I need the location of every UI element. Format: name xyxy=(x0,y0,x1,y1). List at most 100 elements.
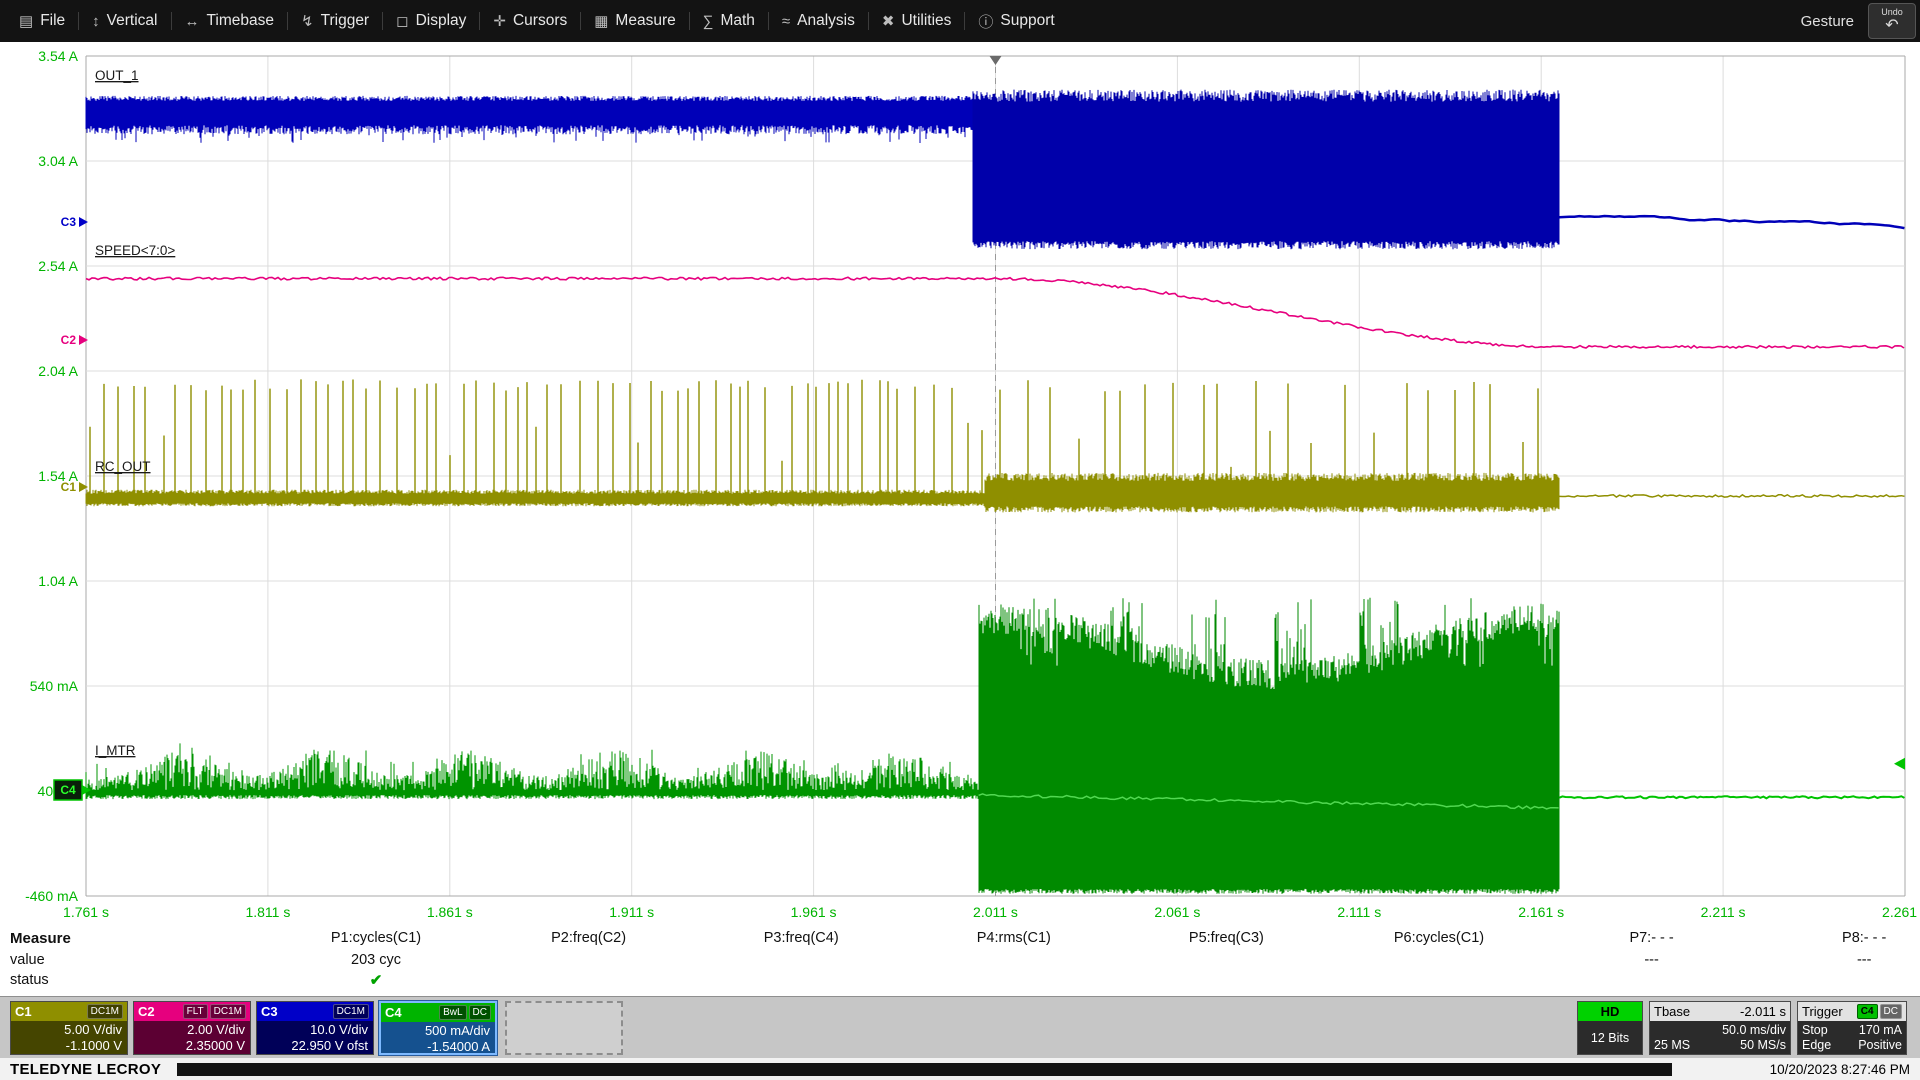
channel-scale-c1: 5.00 V/div xyxy=(16,1022,122,1038)
menu-item-vertical[interactable]: ↕ Vertical xyxy=(79,0,170,42)
tbase-scale: 50.0 ms/div xyxy=(1722,1023,1786,1037)
menu-item-label: Analysis xyxy=(797,12,855,30)
trace-label-i-mtr[interactable]: I_MTR xyxy=(95,743,136,758)
measure-param-p6[interactable]: P6:cycles(C1) xyxy=(1394,930,1484,946)
trace-c1-baseline xyxy=(86,490,984,507)
trigger-icon: ↯ xyxy=(301,12,314,30)
menu-item-analysis[interactable]: ≈ Analysis xyxy=(769,0,868,42)
menu-item-timebase[interactable]: ↔ Timebase xyxy=(172,0,287,42)
trace-label-rc-out[interactable]: RC_OUT xyxy=(95,459,151,474)
channel-c2-badge-dc1m: DC1M xyxy=(210,1004,246,1019)
support-icon: ⓘ xyxy=(978,11,993,32)
tbase-rate: 50 MS/s xyxy=(1740,1038,1786,1052)
brand-logo: TELEDYNE LECROY xyxy=(0,1061,171,1078)
trigger-source-badge: C4 xyxy=(1857,1004,1878,1019)
channel-id-c4: C4 xyxy=(385,1005,402,1020)
x-axis-label: 2.011 s xyxy=(973,904,1018,920)
channel-id-c2: C2 xyxy=(138,1004,155,1019)
cursors-icon: ✛ xyxy=(493,12,506,30)
measure-icon: ▦ xyxy=(594,12,608,30)
menu-item-display[interactable]: ◻Display xyxy=(383,0,479,42)
y-axis-label: 3.54 A xyxy=(38,48,78,64)
waveform-grid: 3.54 A3.04 A2.54 A2.04 A1.54 A1.04 A540 … xyxy=(0,42,1920,932)
channel-c1-badge-dc1m: DC1M xyxy=(87,1004,123,1019)
trigger-slope: Positive xyxy=(1858,1038,1902,1052)
channel-c3-badge-dc1m: DC1M xyxy=(333,1004,369,1019)
x-axis-label: 2.211 s xyxy=(1701,904,1746,920)
y-axis-label: 2.04 A xyxy=(38,363,78,379)
y-axis-label: 3.04 A xyxy=(38,153,78,169)
menu-item-support[interactable]: ⓘ Support xyxy=(965,0,1067,42)
menu-item-label: Measure xyxy=(615,12,675,30)
menu-item-label: Support xyxy=(1000,12,1054,30)
channel-c4-badge-dc: DC xyxy=(469,1005,491,1020)
trigger-descriptor[interactable]: Trigger C4 DC Stop 170 mA Edge Positive xyxy=(1797,1001,1907,1055)
trigger-coupling-badge: DC xyxy=(1880,1004,1902,1019)
menu-item-label: Display xyxy=(416,12,467,30)
utilities-icon: ✖ xyxy=(882,12,895,30)
timebase-icon: ↔ xyxy=(185,13,200,30)
channel-scale-c2: 2.00 V/div xyxy=(139,1022,245,1038)
analysis-icon: ≈ xyxy=(782,13,790,30)
menu-item-math[interactable]: ∑ Math xyxy=(690,0,768,42)
channel-descriptor-c1[interactable]: C1DC1M5.00 V/div-1.1000 V xyxy=(10,1001,128,1055)
hd-indicator[interactable]: HD 12 Bits xyxy=(1577,1001,1643,1055)
descriptor-panel: C1DC1M5.00 V/div-1.1000 VC2FLTDC1M2.00 V… xyxy=(0,996,1920,1058)
y-axis-label: -460 mA xyxy=(25,888,79,904)
menu-item-label: Timebase xyxy=(207,12,274,30)
timebase-descriptor[interactable]: Tbase -2.011 s 50.0 ms/div 25 MS 50 MS/s xyxy=(1649,1001,1791,1055)
math-icon: ∑ xyxy=(703,13,714,30)
measure-param-p7[interactable]: P7:- - - xyxy=(1629,930,1673,946)
y-axis-label: 540 mA xyxy=(30,678,79,694)
menu-item-label: Math xyxy=(720,12,754,30)
menu-item-cursors[interactable]: ✛Cursors xyxy=(480,0,580,42)
measure-param-p4[interactable]: P4:rms(C1) xyxy=(977,930,1051,946)
channel-descriptor-c3[interactable]: C3DC1M10.0 V/div22.950 V ofst xyxy=(256,1001,374,1055)
file-icon: ▤ xyxy=(19,12,33,30)
x-axis-label: 2.161 s xyxy=(1518,904,1564,920)
y-axis-label: 1.04 A xyxy=(38,573,78,589)
measure-param-p3[interactable]: P3:freq(C4) xyxy=(764,930,839,946)
waveform-display[interactable]: 3.54 A3.04 A2.54 A2.04 A1.54 A1.04 A540 … xyxy=(0,42,1920,932)
menu-item-label: Trigger xyxy=(321,12,370,30)
channel-c2-badge-flt: FLT xyxy=(183,1004,208,1019)
channel-marker-c3[interactable]: C3 xyxy=(61,215,77,229)
x-axis-label: 1.861 s xyxy=(427,904,473,920)
x-axis-label: 1.911 s xyxy=(609,904,654,920)
vertical-icon: ↕ xyxy=(92,13,100,30)
measure-value-p7: --- xyxy=(1644,952,1659,968)
trace-label-out-1[interactable]: OUT_1 xyxy=(95,68,139,83)
empty-channel-slot[interactable] xyxy=(505,1001,623,1055)
message-bar xyxy=(177,1063,1672,1076)
tbase-samples: 25 MS xyxy=(1654,1038,1690,1052)
menu-item-label: Vertical xyxy=(107,12,158,30)
menu-item-trigger[interactable]: ↯ Trigger xyxy=(288,0,382,42)
menu-item-label: Utilities xyxy=(901,12,951,30)
measure-param-p2[interactable]: P2:freq(C2) xyxy=(551,930,626,946)
trigger-label: Trigger xyxy=(1802,1004,1843,1019)
menu-item-file[interactable]: ▤File xyxy=(6,0,78,42)
channel-marker-c2[interactable]: C2 xyxy=(61,333,77,347)
channel-offset-value-c3: 22.950 V ofst xyxy=(262,1038,368,1054)
undo-button[interactable]: Undo ↶ xyxy=(1868,3,1916,39)
trigger-level: 170 mA xyxy=(1859,1023,1902,1037)
hd-label: HD xyxy=(1578,1002,1642,1021)
channel-offset-value-c2: 2.35000 V xyxy=(139,1038,245,1054)
measure-param-p1[interactable]: P1:cycles(C1) xyxy=(331,930,421,946)
channel-descriptor-c2[interactable]: C2 FLTDC1M 2.00 V/div2.35000 V xyxy=(133,1001,251,1055)
channel-scale-c4: 500 mA/div xyxy=(386,1023,490,1039)
measure-value-p1: 203 cyc xyxy=(351,952,401,968)
y-axis-label: 2.54 A xyxy=(38,258,78,274)
measure-param-p5[interactable]: P5:freq(C3) xyxy=(1189,930,1264,946)
channel-marker-c1[interactable]: C1 xyxy=(61,480,77,494)
measure-table: Measure value status P1:cycles(C1)203 cy… xyxy=(0,928,1920,996)
trace-label-speed-7-0[interactable]: SPEED<7:0> xyxy=(95,243,175,258)
channel-descriptor-c4[interactable]: C4BwLDC500 mA/div-1.54000 A xyxy=(379,1001,497,1055)
measure-param-p8[interactable]: P8:- - - xyxy=(1842,930,1886,946)
menu-item-measure[interactable]: ▦ Measure xyxy=(581,0,689,42)
tbase-delay: -2.011 s xyxy=(1740,1004,1786,1019)
x-axis-label: 1.961 s xyxy=(791,904,837,920)
tbase-label: Tbase xyxy=(1654,1004,1690,1019)
menu-item-utilities[interactable]: ✖ Utilities xyxy=(869,0,965,42)
gesture-label: Gesture xyxy=(1801,13,1854,30)
